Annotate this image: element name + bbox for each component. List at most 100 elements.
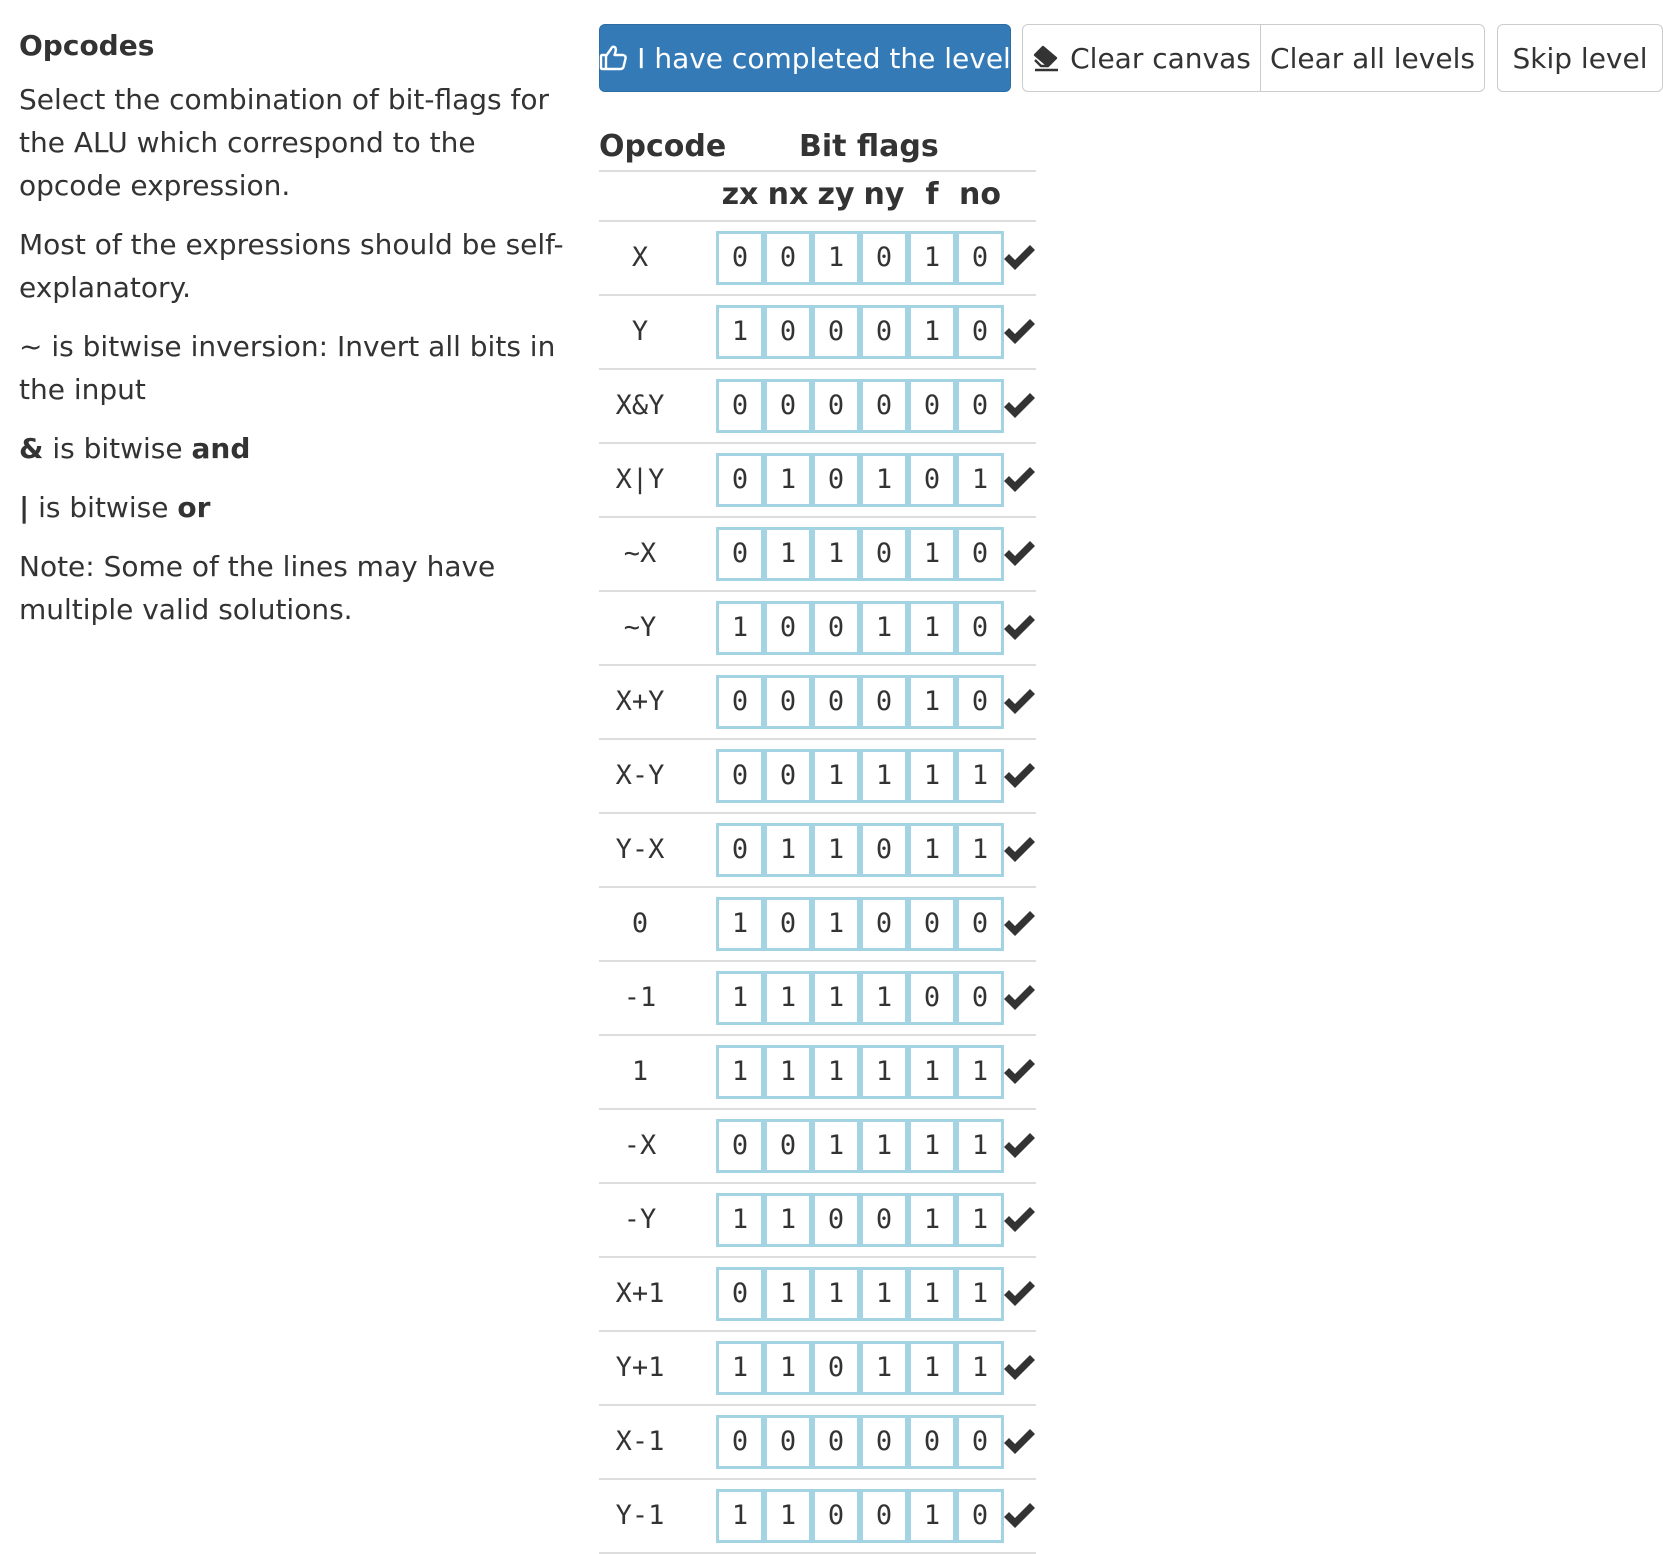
bit-toggle-zy[interactable]: 1 bbox=[812, 823, 860, 877]
bit-toggle-zx[interactable]: 0 bbox=[716, 1415, 764, 1469]
bit-toggle-ny[interactable]: 0 bbox=[860, 305, 908, 359]
bit-toggle-zx[interactable]: 0 bbox=[716, 1267, 764, 1321]
bit-toggle-zy[interactable]: 0 bbox=[812, 601, 860, 655]
bit-toggle-f[interactable]: 1 bbox=[908, 675, 956, 729]
bit-toggle-zy[interactable]: 0 bbox=[812, 1341, 860, 1395]
bit-toggle-ny[interactable]: 0 bbox=[860, 1415, 908, 1469]
bit-toggle-ny[interactable]: 0 bbox=[860, 823, 908, 877]
bit-toggle-zx[interactable]: 1 bbox=[716, 601, 764, 655]
bit-toggle-zx[interactable]: 0 bbox=[716, 749, 764, 803]
bit-toggle-zy[interactable]: 0 bbox=[812, 379, 860, 433]
bit-toggle-zy[interactable]: 0 bbox=[812, 453, 860, 507]
bit-toggle-zx[interactable]: 0 bbox=[716, 231, 764, 285]
bit-toggle-no[interactable]: 0 bbox=[956, 305, 1004, 359]
bit-toggle-ny[interactable]: 1 bbox=[860, 1045, 908, 1099]
bit-toggle-no[interactable]: 0 bbox=[956, 897, 1004, 951]
bit-toggle-ny[interactable]: 1 bbox=[860, 971, 908, 1025]
bit-toggle-nx[interactable]: 0 bbox=[764, 601, 812, 655]
bit-toggle-f[interactable]: 1 bbox=[908, 231, 956, 285]
bit-toggle-ny[interactable]: 0 bbox=[860, 1193, 908, 1247]
bit-toggle-zy[interactable]: 1 bbox=[812, 231, 860, 285]
bit-toggle-nx[interactable]: 0 bbox=[764, 305, 812, 359]
bit-toggle-f[interactable]: 1 bbox=[908, 305, 956, 359]
bit-toggle-nx[interactable]: 0 bbox=[764, 379, 812, 433]
bit-toggle-zy[interactable]: 1 bbox=[812, 971, 860, 1025]
bit-toggle-zx[interactable]: 1 bbox=[716, 971, 764, 1025]
bit-toggle-no[interactable]: 0 bbox=[956, 1415, 1004, 1469]
bit-toggle-zx[interactable]: 0 bbox=[716, 453, 764, 507]
bit-toggle-f[interactable]: 0 bbox=[908, 897, 956, 951]
bit-toggle-no[interactable]: 0 bbox=[956, 675, 1004, 729]
bit-toggle-nx[interactable]: 0 bbox=[764, 231, 812, 285]
bit-toggle-zx[interactable]: 0 bbox=[716, 1119, 764, 1173]
bit-toggle-nx[interactable]: 1 bbox=[764, 1489, 812, 1543]
bit-toggle-no[interactable]: 1 bbox=[956, 1045, 1004, 1099]
bit-toggle-nx[interactable]: 0 bbox=[764, 675, 812, 729]
bit-toggle-ny[interactable]: 1 bbox=[860, 1341, 908, 1395]
clear-all-levels-button[interactable]: Clear all levels bbox=[1260, 24, 1485, 92]
bit-toggle-ny[interactable]: 1 bbox=[860, 601, 908, 655]
bit-toggle-f[interactable]: 1 bbox=[908, 1489, 956, 1543]
bit-toggle-zy[interactable]: 1 bbox=[812, 749, 860, 803]
bit-toggle-nx[interactable]: 0 bbox=[764, 1119, 812, 1173]
bit-toggle-no[interactable]: 0 bbox=[956, 379, 1004, 433]
bit-toggle-nx[interactable]: 1 bbox=[764, 1045, 812, 1099]
bit-toggle-f[interactable]: 1 bbox=[908, 601, 956, 655]
bit-toggle-f[interactable]: 0 bbox=[908, 453, 956, 507]
bit-toggle-zx[interactable]: 1 bbox=[716, 305, 764, 359]
bit-toggle-zx[interactable]: 0 bbox=[716, 675, 764, 729]
bit-toggle-ny[interactable]: 1 bbox=[860, 453, 908, 507]
bit-toggle-ny[interactable]: 1 bbox=[860, 1267, 908, 1321]
bit-toggle-f[interactable]: 1 bbox=[908, 1267, 956, 1321]
bit-toggle-f[interactable]: 1 bbox=[908, 823, 956, 877]
bit-toggle-ny[interactable]: 0 bbox=[860, 897, 908, 951]
bit-toggle-nx[interactable]: 1 bbox=[764, 1341, 812, 1395]
bit-toggle-no[interactable]: 0 bbox=[956, 231, 1004, 285]
bit-toggle-zx[interactable]: 1 bbox=[716, 1489, 764, 1543]
bit-toggle-nx[interactable]: 0 bbox=[764, 1415, 812, 1469]
bit-toggle-zy[interactable]: 1 bbox=[812, 897, 860, 951]
bit-toggle-ny[interactable]: 0 bbox=[860, 231, 908, 285]
bit-toggle-ny[interactable]: 0 bbox=[860, 675, 908, 729]
bit-toggle-f[interactable]: 1 bbox=[908, 1045, 956, 1099]
bit-toggle-f[interactable]: 0 bbox=[908, 1415, 956, 1469]
bit-toggle-ny[interactable]: 0 bbox=[860, 527, 908, 581]
bit-toggle-f[interactable]: 1 bbox=[908, 527, 956, 581]
bit-toggle-no[interactable]: 1 bbox=[956, 1267, 1004, 1321]
bit-toggle-zy[interactable]: 0 bbox=[812, 1193, 860, 1247]
bit-toggle-f[interactable]: 0 bbox=[908, 379, 956, 433]
bit-toggle-zx[interactable]: 0 bbox=[716, 379, 764, 433]
bit-toggle-zx[interactable]: 1 bbox=[716, 1045, 764, 1099]
bit-toggle-zy[interactable]: 0 bbox=[812, 305, 860, 359]
bit-toggle-zx[interactable]: 0 bbox=[716, 823, 764, 877]
bit-toggle-f[interactable]: 1 bbox=[908, 1341, 956, 1395]
bit-toggle-zy[interactable]: 1 bbox=[812, 1119, 860, 1173]
bit-toggle-ny[interactable]: 0 bbox=[860, 1489, 908, 1543]
bit-toggle-nx[interactable]: 1 bbox=[764, 1267, 812, 1321]
bit-toggle-zx[interactable]: 1 bbox=[716, 1341, 764, 1395]
clear-canvas-button[interactable]: Clear canvas bbox=[1022, 24, 1261, 92]
bit-toggle-zy[interactable]: 1 bbox=[812, 527, 860, 581]
bit-toggle-zx[interactable]: 1 bbox=[716, 897, 764, 951]
bit-toggle-f[interactable]: 0 bbox=[908, 971, 956, 1025]
bit-toggle-no[interactable]: 1 bbox=[956, 823, 1004, 877]
bit-toggle-no[interactable]: 1 bbox=[956, 453, 1004, 507]
bit-toggle-no[interactable]: 1 bbox=[956, 1341, 1004, 1395]
bit-toggle-nx[interactable]: 0 bbox=[764, 897, 812, 951]
bit-toggle-zy[interactable]: 0 bbox=[812, 1489, 860, 1543]
bit-toggle-ny[interactable]: 1 bbox=[860, 1119, 908, 1173]
bit-toggle-zx[interactable]: 1 bbox=[716, 1193, 764, 1247]
complete-level-button[interactable]: I have completed the level bbox=[599, 24, 1011, 92]
bit-toggle-nx[interactable]: 1 bbox=[764, 453, 812, 507]
bit-toggle-no[interactable]: 0 bbox=[956, 601, 1004, 655]
bit-toggle-f[interactable]: 1 bbox=[908, 1119, 956, 1173]
bit-toggle-no[interactable]: 1 bbox=[956, 749, 1004, 803]
bit-toggle-ny[interactable]: 0 bbox=[860, 379, 908, 433]
bit-toggle-nx[interactable]: 1 bbox=[764, 971, 812, 1025]
bit-toggle-nx[interactable]: 1 bbox=[764, 823, 812, 877]
bit-toggle-nx[interactable]: 0 bbox=[764, 749, 812, 803]
bit-toggle-f[interactable]: 1 bbox=[908, 749, 956, 803]
bit-toggle-ny[interactable]: 1 bbox=[860, 749, 908, 803]
bit-toggle-nx[interactable]: 1 bbox=[764, 1193, 812, 1247]
bit-toggle-no[interactable]: 0 bbox=[956, 971, 1004, 1025]
